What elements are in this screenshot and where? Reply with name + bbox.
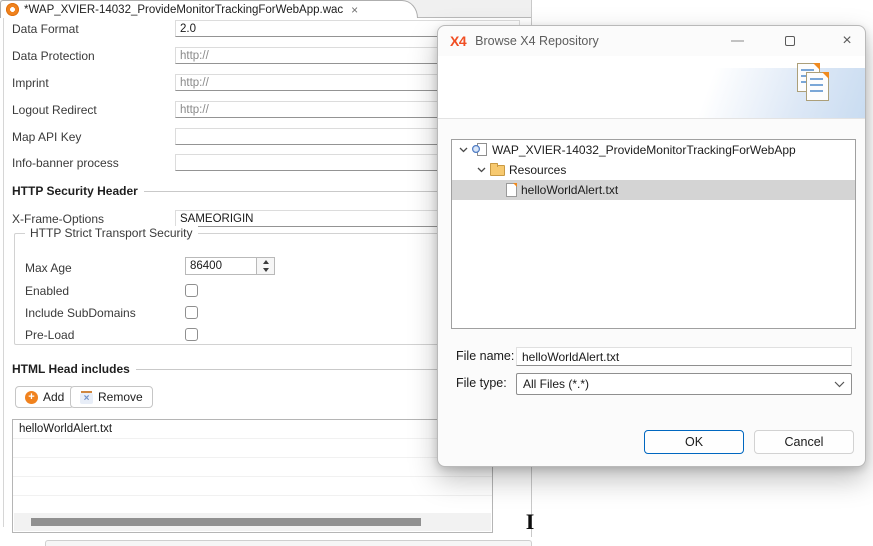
chevron-down-icon[interactable] xyxy=(458,147,468,153)
repository-tree: WAP_XVIER-14032_ProvideMonitorTrackingFo… xyxy=(451,139,856,329)
remove-button[interactable]: × Remove xyxy=(70,386,153,408)
field-label-xframe: X-Frame-Options xyxy=(12,212,104,226)
file-type-selected-value: All Files (*.*) xyxy=(523,377,589,391)
spinner-down-icon[interactable] xyxy=(257,266,274,274)
maximize-icon[interactable] xyxy=(785,36,795,46)
dialog-header-banner xyxy=(438,56,865,119)
tab-wac-file[interactable]: *WAP_XVIER-14032_ProvideMonitorTrackingF… xyxy=(0,0,418,18)
add-button-label: Add xyxy=(43,390,64,404)
max-age-spinner xyxy=(185,257,277,275)
tree-item-project[interactable]: WAP_XVIER-14032_ProvideMonitorTrackingFo… xyxy=(452,140,855,160)
remove-icon: × xyxy=(80,391,93,404)
file-type-label: File type: xyxy=(456,376,507,390)
field-label-logout-redirect: Logout Redirect xyxy=(12,103,97,117)
project-icon xyxy=(472,143,488,158)
checkbox-label-enabled: Enabled xyxy=(25,284,69,298)
tree-item-file-selected[interactable]: helloWorldAlert.txt xyxy=(452,180,855,200)
tree-item-label: WAP_XVIER-14032_ProvideMonitorTrackingFo… xyxy=(492,143,796,157)
section-title: HTML Head includes xyxy=(12,362,130,376)
tree-item-resources[interactable]: Resources xyxy=(452,160,855,180)
tree-item-label: Resources xyxy=(509,163,566,177)
x4-logo: X4 xyxy=(450,33,466,49)
field-label-max-age: Max Age xyxy=(25,261,72,275)
add-button[interactable]: + Add xyxy=(15,386,74,408)
close-icon[interactable]: × xyxy=(836,30,858,52)
field-label-info-banner: Info-banner process xyxy=(12,156,119,170)
list-empty-row xyxy=(13,477,492,496)
list-horizontal-scrollbar[interactable] xyxy=(14,513,491,531)
checkbox-label-subdomains: Include SubDomains xyxy=(25,306,136,320)
ok-button-label: OK xyxy=(685,435,703,449)
spinner-up-icon[interactable] xyxy=(257,258,274,266)
list-item[interactable]: helloWorldAlert.txt xyxy=(13,420,492,439)
dialog-titlebar[interactable]: X4 Browse X4 Repository xyxy=(438,26,865,56)
scrollbar-thumb[interactable] xyxy=(31,518,421,526)
tab-title: *WAP_XVIER-14032_ProvideMonitorTrackingF… xyxy=(24,4,343,16)
file-name-label: File name: xyxy=(456,349,514,363)
enabled-checkbox[interactable] xyxy=(185,284,198,297)
dialog-title: Browse X4 Repository xyxy=(475,34,599,48)
field-label-map-api-key: Map API Key xyxy=(12,130,81,144)
remove-button-label: Remove xyxy=(98,390,143,404)
editor-bottom-scrollbar[interactable] xyxy=(45,540,532,546)
tab-close-icon[interactable]: × xyxy=(348,3,361,17)
documents-icon xyxy=(797,63,837,111)
list-empty-row xyxy=(13,439,492,458)
field-label-data-protection: Data Protection xyxy=(12,49,95,63)
text-cursor-artifact: I xyxy=(523,510,537,534)
file-name-input[interactable] xyxy=(516,347,852,366)
section-title: HTTP Security Header xyxy=(12,184,138,198)
editor-left-border xyxy=(3,18,4,527)
hsts-group-title: HTTP Strict Transport Security xyxy=(25,226,198,240)
minimize-icon[interactable] xyxy=(731,40,744,42)
list-empty-row xyxy=(13,458,492,477)
max-age-input[interactable] xyxy=(185,257,257,275)
browse-x4-repository-dialog: X4 Browse X4 Repository × WAP_XVIER-1403… xyxy=(437,25,866,467)
file-type-dropdown[interactable]: All Files (*.*) xyxy=(516,373,852,395)
field-label-imprint: Imprint xyxy=(12,76,49,90)
checkbox-label-preload: Pre-Load xyxy=(25,328,74,342)
head-includes-list: helloWorldAlert.txt xyxy=(12,419,493,533)
chevron-down-icon xyxy=(834,381,845,388)
chevron-down-icon[interactable] xyxy=(476,167,486,173)
file-icon xyxy=(506,183,517,197)
preload-checkbox[interactable] xyxy=(185,328,198,341)
cancel-button-label: Cancel xyxy=(785,435,824,449)
tree-item-label: helloWorldAlert.txt xyxy=(521,183,618,197)
add-plus-icon: + xyxy=(25,391,38,404)
field-label-data-format: Data Format xyxy=(12,22,79,36)
ok-button[interactable]: OK xyxy=(644,430,744,454)
include-subdomains-checkbox[interactable] xyxy=(185,306,198,319)
wac-file-icon xyxy=(6,3,19,16)
folder-icon xyxy=(490,165,505,176)
cancel-button[interactable]: Cancel xyxy=(754,430,854,454)
